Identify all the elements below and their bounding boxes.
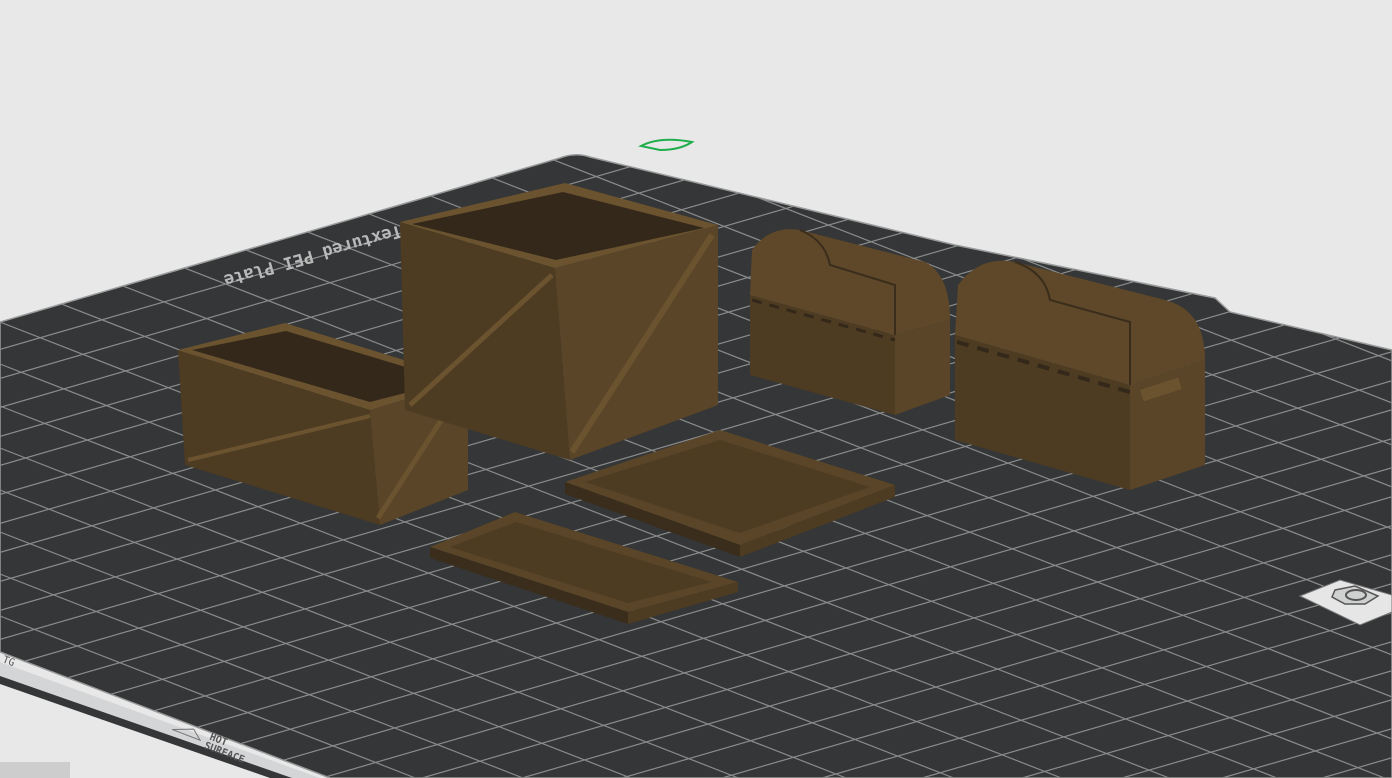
grid-line — [0, 0, 505, 146]
scene[interactable]: TG HOT SURFACE Textured PEI Plate — [0, 0, 1392, 778]
grid-line — [0, 0, 105, 30]
grid-line — [0, 0, 205, 59]
grid-line — [789, 154, 1392, 236]
grid-line — [1005, 0, 1392, 151]
grid-line — [897, 154, 1392, 194]
3d-viewport[interactable]: TG HOT SURFACE Textured PEI Plate — [0, 0, 1392, 778]
grid-line — [0, 154, 605, 176]
grid-line — [1113, 0, 1392, 109]
origin-marker-icon — [638, 138, 695, 152]
grid-line — [0, 0, 405, 117]
grid-line — [1221, 0, 1392, 67]
large-crate[interactable] — [400, 183, 718, 460]
corner-widget[interactable] — [0, 762, 70, 778]
grid-line — [1328, 0, 1392, 25]
grid-line — [0, 0, 305, 88]
